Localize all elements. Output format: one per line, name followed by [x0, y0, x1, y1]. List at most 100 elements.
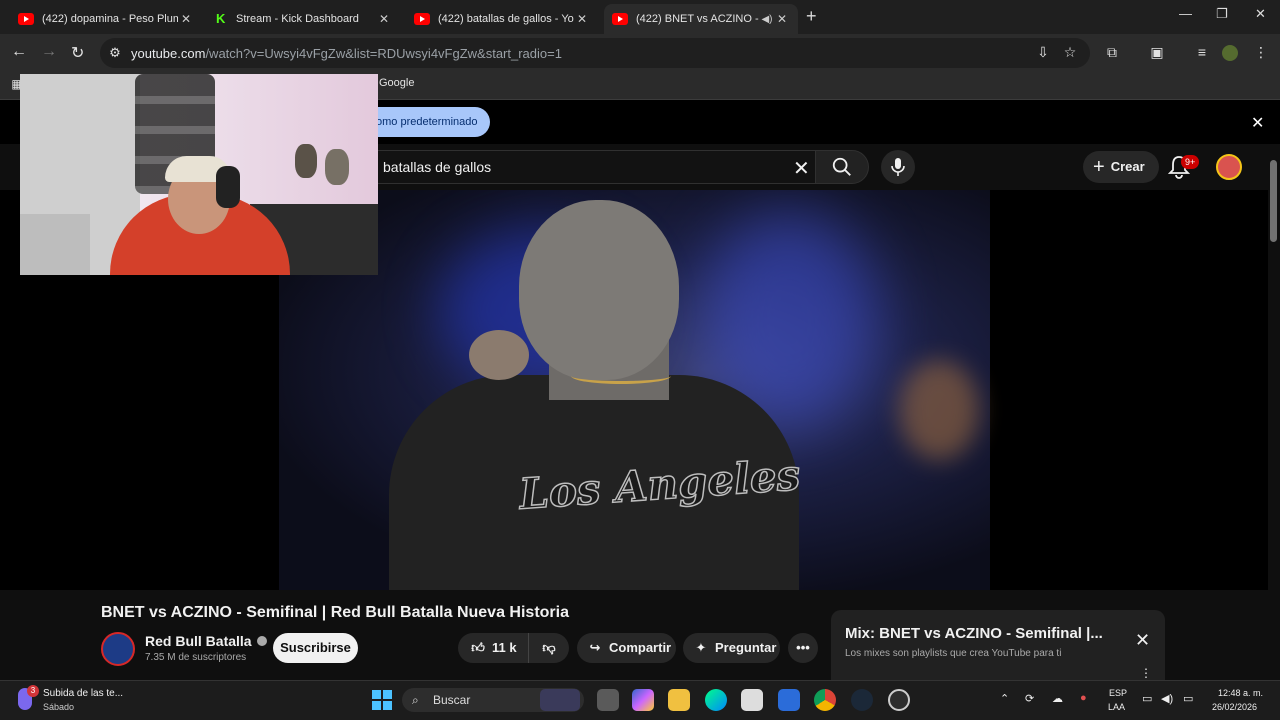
chrome-icon[interactable] [814, 689, 836, 711]
like-button[interactable]: 👍︎ 11 k [458, 633, 528, 663]
split-view-icon[interactable]: ▣ [1148, 44, 1166, 62]
ask-button[interactable]: ✦ Preguntar [683, 633, 780, 663]
infobar-close-icon[interactable]: ✕ [1251, 113, 1264, 133]
tab-bnet-aczino[interactable]: (422) BNET vs ACZINO - Se ◀) ✕ [604, 4, 798, 34]
close-tab-icon[interactable]: ✕ [574, 12, 590, 26]
mix-playlist-panel [831, 610, 1165, 682]
subscriber-count: 7.35 M de suscriptores [145, 652, 247, 663]
video-frame: Los Angeles [279, 190, 990, 590]
close-window-icon[interactable]: ✕ [1255, 6, 1266, 22]
tray-chevron-icon[interactable]: ⌃ [1000, 692, 1009, 705]
copilot-icon[interactable] [632, 689, 654, 711]
language-code[interactable]: ESP [1109, 688, 1127, 698]
voice-search-button[interactable] [881, 150, 915, 184]
minimize-icon[interactable]: — [1179, 6, 1192, 21]
back-icon[interactable]: ← [11, 43, 27, 61]
reload-icon[interactable]: ↻ [71, 43, 84, 63]
extensions-icon[interactable]: ⧉ [1103, 44, 1121, 62]
close-tab-icon[interactable]: ✕ [774, 12, 790, 26]
tab-kick-dashboard[interactable]: K Stream - Kick Dashboard ✕ [208, 4, 400, 34]
taskbar-search-label: Buscar [433, 693, 471, 707]
webcam-overlay [20, 74, 378, 275]
create-button[interactable]: + Crear [1083, 151, 1159, 183]
store-icon[interactable] [741, 689, 763, 711]
kick-icon: K [216, 11, 226, 26]
tab-title: Stream - Kick Dashboard [236, 13, 359, 25]
subscribe-button[interactable]: Suscribirse [273, 633, 358, 663]
network-icon[interactable]: ▭ [1142, 692, 1152, 705]
microphone-muted-icon[interactable]: ● [1080, 692, 1087, 704]
close-tab-icon[interactable]: ✕ [376, 12, 392, 26]
volume-icon[interactable]: ◀) [1161, 692, 1173, 705]
mail-icon[interactable] [778, 689, 800, 711]
steam-icon[interactable] [851, 689, 873, 711]
tab-strip: (422) dopamina - Peso Pluma & ✕ K Stream… [0, 0, 1280, 34]
install-app-icon[interactable]: ⇩ [1034, 44, 1052, 62]
onedrive-icon[interactable]: ☁ [1052, 692, 1063, 705]
tab-title: (422) batallas de gallos - YouTu [438, 13, 574, 25]
like-count: 11 k [492, 640, 517, 655]
search-highlight-icon[interactable] [540, 689, 580, 711]
speaker-icon[interactable]: ◀) [760, 14, 774, 25]
notification-badge: 3 [27, 685, 39, 697]
clear-search-icon[interactable]: ✕ [793, 156, 810, 181]
more-actions-icon[interactable]: ••• [788, 633, 818, 663]
verified-icon [256, 636, 267, 646]
mix-title[interactable]: Mix: BNET vs ACZINO - Semifinal |... [845, 625, 1115, 642]
channel-name[interactable]: Red Bull Batalla [145, 633, 267, 649]
media-controls-icon[interactable]: ≡ [1193, 44, 1211, 62]
search-query[interactable]: batallas de gallos [383, 159, 491, 175]
notifications-badge: 9+ [1181, 155, 1200, 169]
scrollbar-thumb[interactable] [1270, 160, 1277, 242]
sync-icon[interactable]: ⟳ [1025, 692, 1034, 705]
tab-batallas[interactable]: (422) batallas de gallos - YouTu ✕ [406, 4, 598, 34]
youtube-icon [414, 13, 430, 25]
mix-close-icon[interactable]: ✕ [1135, 630, 1150, 651]
keyboard-layout[interactable]: LAA [1108, 702, 1125, 712]
search-icon: ⌕ [412, 693, 419, 707]
tab-dopamina[interactable]: (422) dopamina - Peso Pluma & ✕ [10, 4, 202, 34]
clock-time[interactable]: 12:48 a. m. [1218, 688, 1263, 698]
thumbs-up-icon: 👍︎ [471, 640, 485, 655]
obs-icon[interactable] [888, 689, 910, 711]
new-tab-button[interactable]: + [806, 6, 817, 27]
ask-label: Preguntar [715, 640, 777, 655]
thumbs-down-icon: 👎︎ [542, 640, 556, 655]
file-explorer-icon[interactable] [668, 689, 690, 711]
create-label: Crear [1110, 159, 1145, 174]
share-icon: ↪ [589, 640, 601, 655]
search-button[interactable] [815, 150, 869, 184]
task-view-icon[interactable] [597, 689, 619, 711]
forward-icon[interactable]: → [41, 43, 57, 61]
notification-subtitle: Sábado [43, 702, 75, 712]
battery-icon[interactable]: ▭ [1183, 692, 1193, 705]
video-title: BNET vs ACZINO - Semifinal | Red Bull Ba… [101, 604, 569, 621]
bookmark-star-icon[interactable]: ☆ [1061, 44, 1079, 62]
tab-title: (422) dopamina - Peso Pluma & [42, 13, 178, 25]
youtube-icon [18, 13, 34, 25]
search-icon [832, 157, 851, 176]
profile-avatar[interactable] [1222, 45, 1238, 61]
set-default-button[interactable]: omo predeterminado [360, 107, 490, 137]
share-label: Compartir [609, 640, 672, 655]
bookmark-google[interactable]: Google [379, 77, 414, 89]
maximize-icon[interactable]: ❐ [1216, 6, 1228, 22]
close-tab-icon[interactable]: ✕ [178, 12, 194, 26]
edge-icon[interactable] [705, 689, 727, 711]
account-avatar[interactable] [1216, 154, 1242, 180]
sparkle-icon: ✦ [695, 640, 707, 655]
mix-subtitle: Los mixes son playlists que crea YouTube… [845, 648, 1062, 659]
dislike-button[interactable]: 👎︎ [528, 633, 569, 663]
clock-date[interactable]: 26/02/2026 [1212, 702, 1257, 712]
browser-menu-icon[interactable]: ⋮ [1252, 44, 1270, 62]
microphone-icon [891, 158, 905, 176]
plus-icon: + [1093, 156, 1105, 178]
share-button[interactable]: ↪ Compartir [577, 633, 676, 663]
windows-start-icon[interactable] [372, 690, 392, 710]
tab-title: (422) BNET vs ACZINO - Se [636, 13, 760, 25]
mix-more-icon[interactable]: ⋮ [1140, 666, 1152, 680]
channel-avatar[interactable] [101, 632, 135, 666]
url-text[interactable]: youtube.com/watch?v=Uwsyi4vFgZw&list=RDU… [131, 46, 562, 61]
notification-title[interactable]: Subida de las te... [43, 688, 123, 699]
site-info-icon[interactable]: ⚙ [106, 45, 124, 63]
